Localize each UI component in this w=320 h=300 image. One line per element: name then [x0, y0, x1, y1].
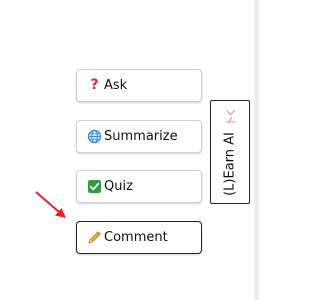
side-tab-label: (L)Earn AI [222, 132, 238, 196]
comment-button[interactable]: Comment [76, 221, 202, 254]
ask-button[interactable]: ? Ask [76, 69, 202, 102]
globe-icon [87, 129, 102, 144]
learn-ai-side-tab[interactable]: (L)Earn AI 卜く [210, 100, 250, 204]
side-tab-content: (L)Earn AI 卜く [223, 108, 238, 196]
summarize-button[interactable]: Summarize [76, 120, 202, 153]
comment-button-label: Comment [104, 230, 168, 245]
page: ? Ask Summarize Quiz Comment (L)Earn AI … [0, 0, 259, 300]
question-mark-icon: ? [90, 77, 99, 93]
pencil-icon [87, 230, 102, 245]
learn-ai-logo: 卜く [226, 108, 238, 127]
quiz-button-label: Quiz [104, 179, 133, 194]
quiz-button[interactable]: Quiz [76, 170, 202, 203]
check-box-icon [87, 179, 102, 194]
summarize-button-label: Summarize [104, 129, 178, 144]
ask-button-label: Ask [104, 78, 128, 93]
red-arrow-icon [35, 191, 66, 218]
scrollbar-track[interactable] [254, 0, 259, 300]
